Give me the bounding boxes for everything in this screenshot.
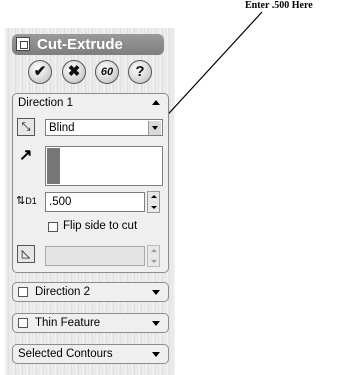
direction1-header[interactable]: Direction 1 <box>13 94 168 112</box>
feature-title-bar: Cut-Extrude <box>12 34 164 55</box>
depth-value: .500 <box>49 196 72 208</box>
detail-preview-button[interactable]: 60 <box>95 60 119 84</box>
expand-icon <box>152 290 160 295</box>
expand-icon <box>152 321 160 326</box>
thin-feature-title: Thin Feature <box>35 317 101 329</box>
direction2-checkbox[interactable] <box>18 287 28 297</box>
direction-arrow-icon: ↗ <box>19 147 33 164</box>
thin-feature-checkbox[interactable] <box>18 318 28 328</box>
feature-title: Cut-Extrude <box>37 36 123 53</box>
chevron-down-icon <box>148 121 161 135</box>
help-icon: ? <box>135 63 145 80</box>
end-condition-value: Blind <box>49 122 75 134</box>
draft-angle-input[interactable] <box>45 246 145 266</box>
draft-icon: ◺ <box>21 248 31 260</box>
depth-spinner[interactable] <box>147 191 160 213</box>
expand-icon <box>152 352 160 357</box>
spin-down-icon <box>151 206 157 209</box>
reverse-direction-icon: ⤡ <box>21 121 31 133</box>
selection-color-bar <box>47 148 60 184</box>
cut-extrude-icon <box>16 37 30 51</box>
draft-spinner[interactable] <box>147 245 160 267</box>
end-condition-select[interactable]: Blind <box>45 119 163 136</box>
direction-reference-box[interactable] <box>45 146 163 186</box>
ok-button[interactable]: ✔ <box>28 60 52 84</box>
spin-up-icon <box>151 195 157 198</box>
glasses-icon: 60 <box>100 66 114 78</box>
selected-contours-group[interactable]: Selected Contours <box>12 344 169 364</box>
cancel-button[interactable]: ✖ <box>62 60 86 84</box>
thin-feature-group[interactable]: Thin Feature <box>12 313 169 333</box>
flip-side-label: Flip side to cut <box>63 220 138 232</box>
checkmark-icon: ✔ <box>33 63 47 80</box>
collapse-icon <box>152 100 160 105</box>
direction1-title: Direction 1 <box>18 97 73 109</box>
callout-label: Enter .500 Here <box>245 0 313 11</box>
depth-input[interactable]: .500 <box>45 192 145 212</box>
flip-side-checkbox[interactable] <box>48 222 58 232</box>
spin-up-icon <box>151 249 157 252</box>
x-icon: ✖ <box>67 63 81 80</box>
depth-icon: ⇅D1 <box>16 195 37 207</box>
draft-toggle-button[interactable]: ◺ <box>17 245 35 263</box>
reverse-direction-button[interactable]: ⤡ <box>17 118 35 136</box>
direction2-group[interactable]: Direction 2 <box>12 282 169 302</box>
selected-contours-title: Selected Contours <box>18 348 113 360</box>
spin-down-icon <box>151 260 157 263</box>
direction2-title: Direction 2 <box>35 286 90 298</box>
help-button[interactable]: ? <box>128 60 152 84</box>
